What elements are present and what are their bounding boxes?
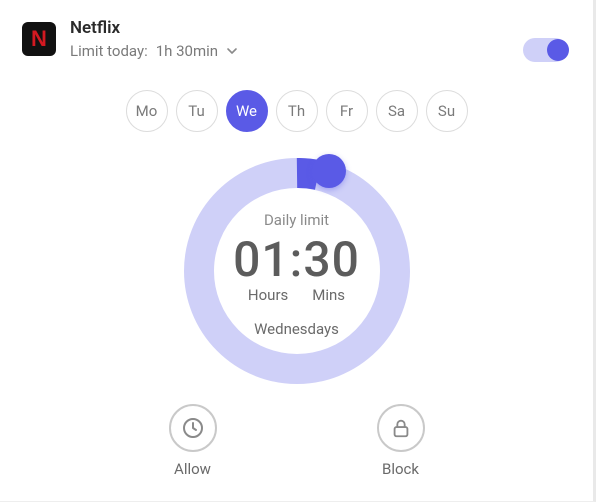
mins-label: Mins	[312, 286, 345, 304]
limit-prefix: Limit today:	[70, 42, 148, 60]
allow-button[interactable]: Allow	[169, 404, 217, 478]
block-button[interactable]: Block	[377, 404, 425, 478]
day-sa[interactable]: Sa	[376, 90, 418, 132]
clock-icon	[169, 404, 217, 452]
dial-center: Daily limit 01 : 30 Hours Mins Wednesday…	[184, 158, 410, 384]
day-th[interactable]: Th	[276, 90, 318, 132]
time-separator: :	[290, 231, 304, 288]
day-fr[interactable]: Fr	[326, 90, 368, 132]
time-limit-dial[interactable]: Daily limit 01 : 30 Hours Mins Wednesday…	[184, 158, 410, 384]
limit-today-selector[interactable]: Limit today: 1h 30min	[70, 42, 571, 60]
day-we[interactable]: We	[226, 90, 268, 132]
chevron-down-icon	[226, 45, 238, 57]
mins-value: 30	[303, 231, 360, 288]
selected-day-name: Wednesdays	[254, 320, 339, 338]
day-su[interactable]: Su	[426, 90, 468, 132]
hours-label: Hours	[248, 286, 288, 304]
block-label: Block	[382, 460, 419, 478]
time-units: Hours Mins	[248, 286, 345, 304]
toggle-knob	[547, 39, 569, 61]
allow-label: Allow	[174, 460, 211, 478]
day-mo[interactable]: Mo	[126, 90, 168, 132]
day-selector: Mo Tu We Th Fr Sa Su	[22, 90, 571, 132]
day-tu[interactable]: Tu	[176, 90, 218, 132]
hours-value: 01	[233, 231, 290, 288]
time-value: 01 : 30	[233, 231, 360, 288]
app-icon-letter: N	[31, 26, 47, 52]
app-name: Netflix	[70, 18, 571, 38]
enable-toggle[interactable]	[523, 38, 567, 62]
app-icon: N	[22, 22, 56, 56]
lock-icon	[377, 404, 425, 452]
daily-limit-label: Daily limit	[264, 211, 329, 229]
limit-value: 1h 30min	[156, 42, 218, 60]
